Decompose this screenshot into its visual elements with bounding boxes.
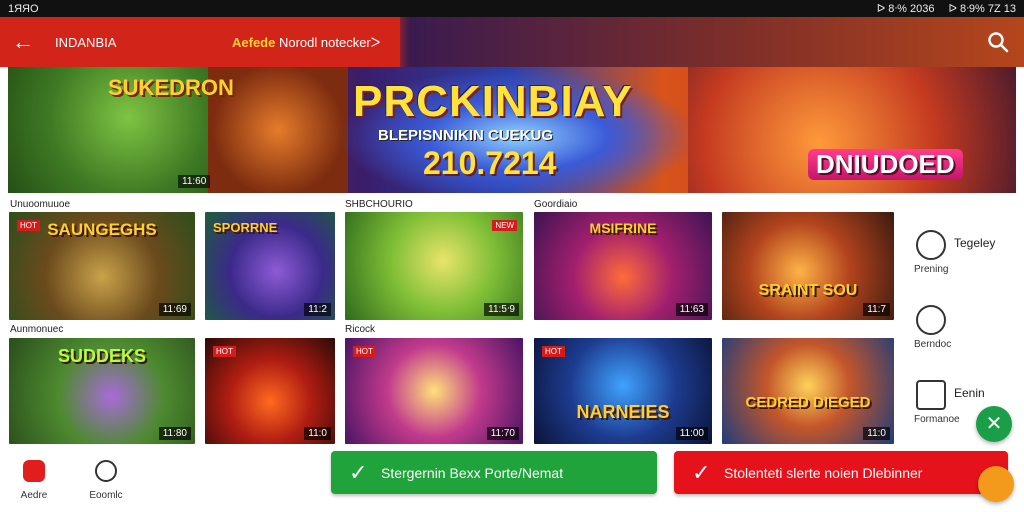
sidebar-item-title: Eenin bbox=[954, 386, 985, 400]
bottom-nav-label: Aedre bbox=[20, 490, 48, 501]
card-count: 11:69 bbox=[158, 303, 191, 316]
green-action-button[interactable]: ✓ Stergernin Bexx Porte/Nemat bbox=[331, 451, 657, 494]
section-label: Unuoomuuoe bbox=[10, 199, 71, 210]
sidebar-item-subtitle: Prening bbox=[914, 264, 949, 275]
hero-subtitle: BLEPISNNIKIN CUEKUG bbox=[378, 127, 554, 144]
sidebar-item-title: Tegeley bbox=[954, 236, 996, 250]
card-title: SRAINT SOU bbox=[758, 282, 858, 299]
section-label: Ricock bbox=[345, 324, 376, 335]
hero-title: PRCKINBIAY bbox=[353, 77, 633, 126]
hero-banner[interactable]: SUKEDRON 11:60 PRCKINBIAY BLEPISNNIKIN C… bbox=[8, 67, 1016, 193]
status-bar: 1ЯЯО ᐅ 8ᐧ% 2036 ᐅ 8ᐧ9% 7Ζ 13 bbox=[0, 0, 1024, 17]
card-title: NARNEIES bbox=[576, 402, 670, 422]
card-title: MSIFRINE bbox=[589, 220, 657, 236]
sidebar-item-subtitle: Formanoe bbox=[914, 414, 960, 425]
game-card[interactable]: NEW 11:5ᐧ9 bbox=[345, 212, 523, 320]
sidebar-item-tegeley[interactable]: Tegeley Prening bbox=[910, 230, 1010, 280]
promo-link[interactable]: Aefede Norodl noteckerᐳ bbox=[232, 35, 380, 51]
bottom-nav-item[interactable]: Aedre bbox=[14, 460, 54, 501]
calendar-icon bbox=[23, 460, 45, 482]
game-card[interactable]: HOT 11:0 bbox=[205, 338, 335, 444]
game-card[interactable]: HOT SAUNGEGHS 11:69 bbox=[9, 212, 195, 320]
hero-date: 210.7214 bbox=[423, 145, 557, 181]
card-title: SAUNGEGHS bbox=[47, 220, 157, 239]
game-card[interactable]: SUDDEKS 11:80 bbox=[9, 338, 195, 444]
section-label: SHBCHOURIO bbox=[345, 199, 413, 210]
red-button-label: Stolenteti slerte noien Dlebinner bbox=[724, 464, 923, 481]
game-card[interactable]: SPORRNE 11:2 bbox=[205, 212, 335, 320]
promo-label-a: Aefede bbox=[232, 35, 276, 50]
bottom-nav-label: Eoomlc bbox=[89, 490, 123, 501]
card-tag: NEW bbox=[492, 220, 517, 231]
section-label: Goordiaio bbox=[534, 199, 578, 210]
app-bar: ← INDANBIA Aefede Norodl noteckerᐳ bbox=[0, 17, 1024, 67]
card-tag: HOT bbox=[353, 346, 376, 357]
sidebar-item-berndoc[interactable]: Berndoc bbox=[910, 305, 1010, 355]
card-count: 11:7 bbox=[863, 303, 890, 316]
game-card[interactable]: CEDRED DIEGED 11:0 bbox=[722, 338, 894, 444]
chat-bubble-icon bbox=[916, 230, 946, 260]
card-tag: HOT bbox=[542, 346, 565, 357]
orange-fab-icon[interactable] bbox=[978, 466, 1014, 502]
game-card[interactable]: HOT NARNEIES 11:00 bbox=[534, 338, 712, 444]
section-label: Aunmonuec bbox=[10, 324, 64, 335]
status-group-2: ᐅ 8ᐧ9% 7Ζ 13 bbox=[948, 3, 1016, 15]
power-icon bbox=[916, 305, 946, 335]
hero-left-title: SUKEDRON bbox=[108, 75, 234, 100]
card-count: 11:2 bbox=[304, 303, 331, 316]
check-icon: ✓ bbox=[692, 460, 711, 485]
card-count: 11:5ᐧ9 bbox=[484, 303, 519, 316]
check-icon: ✓ bbox=[349, 460, 368, 485]
card-count: 11:70 bbox=[486, 427, 519, 440]
hero-right-badge: DNIUDOED bbox=[808, 149, 963, 180]
card-title: SPORRNE bbox=[213, 220, 278, 235]
green-button-label: Stergernin Bexx Porte/Nemat bbox=[381, 464, 564, 481]
status-left-text: 1ЯЯО bbox=[8, 2, 39, 15]
card-count: 11:63 bbox=[675, 303, 708, 316]
card-title: SUDDEKS bbox=[57, 346, 146, 366]
card-title: CEDRED DIEGED bbox=[745, 394, 871, 411]
region-label[interactable]: INDANBIA bbox=[55, 35, 116, 50]
card-count: 11:00 bbox=[675, 427, 708, 440]
card-count: 11:80 bbox=[158, 427, 191, 440]
red-action-button[interactable]: ✓ Stolenteti slerte noien Dlebinner bbox=[674, 451, 1008, 494]
game-card[interactable]: SRAINT SOU 11:7 bbox=[722, 212, 894, 320]
document-icon bbox=[916, 380, 946, 410]
card-tag: HOT bbox=[213, 346, 236, 357]
hero-left-count: 11:60 bbox=[178, 175, 211, 188]
search-icon[interactable] bbox=[986, 30, 1010, 54]
sidebar-item-subtitle: Berndoc bbox=[914, 339, 952, 350]
card-count: 11:0 bbox=[863, 427, 890, 440]
game-card[interactable]: MSIFRINE 11:63 bbox=[534, 212, 712, 320]
back-arrow-icon[interactable]: ← bbox=[10, 30, 36, 54]
status-group-1: ᐅ 8ᐧ% 2036 bbox=[876, 3, 935, 15]
alert-icon bbox=[95, 460, 117, 482]
game-card[interactable]: HOT 11:70 bbox=[345, 338, 523, 444]
close-fab-icon[interactable]: ✕ bbox=[976, 406, 1012, 442]
bottom-nav-item[interactable]: Eoomlc bbox=[86, 460, 126, 501]
promo-label-b: Norodl noteckerᐳ bbox=[278, 35, 381, 50]
card-count: 11:0 bbox=[304, 427, 331, 440]
